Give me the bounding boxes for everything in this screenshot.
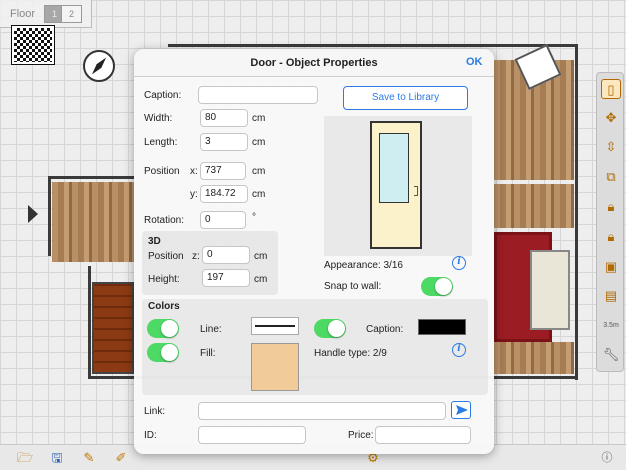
id-input[interactable] — [198, 426, 306, 444]
link-input[interactable] — [198, 402, 446, 420]
plan-wood-floor — [494, 342, 574, 374]
dialog-header: Door - Object Properties OK — [134, 49, 494, 77]
position-x-unit: cm — [252, 166, 266, 177]
lock-icon[interactable]: 🔒︎ — [601, 197, 621, 217]
line-color-toggle[interactable] — [147, 319, 179, 338]
plan-wall — [48, 176, 134, 179]
appearance-label: Appearance: 3/16 — [324, 260, 403, 271]
position-label: Position — [144, 166, 180, 177]
three-d-heading: 3D — [148, 236, 161, 247]
handle-type-info-icon[interactable]: i — [452, 343, 466, 357]
plan-wood-floor — [52, 182, 134, 262]
plan-stairs — [92, 282, 134, 374]
duplicate-icon[interactable]: ⧉ — [601, 167, 621, 187]
price-input[interactable] — [375, 426, 471, 444]
z-label: z: — [192, 251, 200, 262]
right-toolbar: ▯ ✥ ⇳ ⧉ 🔒︎ 🔒︎ ▣ ▤ 3.5m 🔧︎ — [596, 72, 624, 372]
plan-wall — [575, 44, 578, 380]
ok-button[interactable]: OK — [466, 56, 483, 68]
door-preview-handle — [414, 186, 418, 196]
plan-wall — [48, 176, 51, 256]
align-icon[interactable]: ⇳ — [601, 137, 621, 157]
brush-icon[interactable]: ✐ — [112, 449, 130, 467]
colors-section — [142, 299, 488, 395]
stack-icon[interactable]: ▣ — [601, 257, 621, 277]
length-unit: cm — [252, 137, 266, 148]
floor-2-button[interactable]: 2 — [61, 5, 82, 23]
line-label: Line: — [200, 324, 222, 335]
rotation-input[interactable]: 0 — [200, 211, 246, 229]
link-label: Link: — [144, 406, 166, 417]
width-label: Width: — [144, 113, 173, 124]
plan-wood-floor — [494, 184, 574, 228]
plan-wall — [168, 44, 578, 47]
id-label: ID: — [144, 430, 157, 441]
dimension-icon[interactable]: 3.5m — [601, 316, 621, 336]
line-color-sample — [255, 325, 295, 327]
plan-sofa — [530, 250, 570, 330]
fill-label: Fill: — [200, 348, 216, 359]
caption-label: Caption: — [144, 90, 182, 101]
length-input[interactable]: 3 — [200, 133, 248, 151]
open-folder-icon[interactable]: 🗁 — [16, 449, 34, 467]
width-input[interactable]: 80 — [200, 109, 248, 127]
fill-color-toggle[interactable] — [147, 343, 179, 362]
height-input[interactable]: 197 — [202, 269, 250, 287]
snap-to-wall-label: Snap to wall: — [324, 281, 382, 292]
pencil-icon[interactable]: ✎ — [80, 449, 98, 467]
send-arrow-icon — [456, 405, 468, 415]
z-input[interactable]: 0 — [202, 246, 250, 264]
position-y-input[interactable]: 184.72 — [200, 185, 248, 203]
snap-to-wall-toggle[interactable] — [421, 277, 453, 296]
three-d-position-label: Position — [148, 251, 184, 262]
position-x-label: x: — [190, 166, 198, 177]
length-label: Length: — [144, 137, 178, 148]
door-type-icon[interactable]: ▯ — [601, 79, 621, 99]
height-label: Height: — [148, 274, 180, 285]
rotation-label: Rotation: — [144, 215, 185, 226]
door-preview-glass — [379, 133, 409, 203]
info-icon[interactable]: ⓘ — [598, 449, 616, 467]
position-x-input[interactable]: 737 — [200, 162, 246, 180]
width-unit: cm — [252, 113, 266, 124]
height-unit: cm — [254, 274, 268, 285]
z-unit: cm — [254, 251, 268, 262]
floor-selector: Floor 1 2 — [0, 0, 92, 28]
qr-code-icon[interactable] — [11, 25, 55, 65]
save-to-library-button[interactable]: Save to Library — [343, 86, 468, 110]
link-open-button[interactable] — [451, 401, 471, 419]
dialog-title: Door - Object Properties — [250, 57, 378, 69]
rotation-unit: ° — [252, 212, 256, 223]
handle-type-label: Handle type: 2/9 — [314, 348, 387, 359]
expand-panel-icon[interactable] — [28, 205, 38, 223]
floor-label: Floor — [10, 8, 36, 20]
position-y-unit: cm — [252, 189, 266, 200]
caption-input[interactable] — [198, 86, 318, 104]
group-icon[interactable]: ▤ — [601, 286, 621, 306]
lock-all-icon[interactable]: 🔒︎ — [601, 227, 621, 247]
move-icon[interactable]: ✥ — [601, 108, 621, 128]
wrench-icon[interactable]: 🔧︎ — [601, 345, 621, 365]
price-label: Price: — [348, 430, 374, 441]
caption-color-swatch[interactable] — [418, 319, 466, 335]
compass-icon[interactable] — [83, 50, 115, 82]
colors-heading: Colors — [148, 301, 180, 312]
object-properties-dialog: Door - Object Properties OK Caption: Sav… — [134, 49, 494, 454]
save-icon[interactable]: 🖫 — [48, 449, 66, 467]
fill-color-swatch[interactable] — [251, 343, 299, 391]
caption-color-label: Caption: — [366, 324, 404, 335]
appearance-info-icon[interactable]: i — [452, 256, 466, 270]
position-y-label: y: — [190, 189, 198, 200]
caption-color-toggle[interactable] — [314, 319, 346, 338]
plan-wall — [88, 266, 91, 378]
